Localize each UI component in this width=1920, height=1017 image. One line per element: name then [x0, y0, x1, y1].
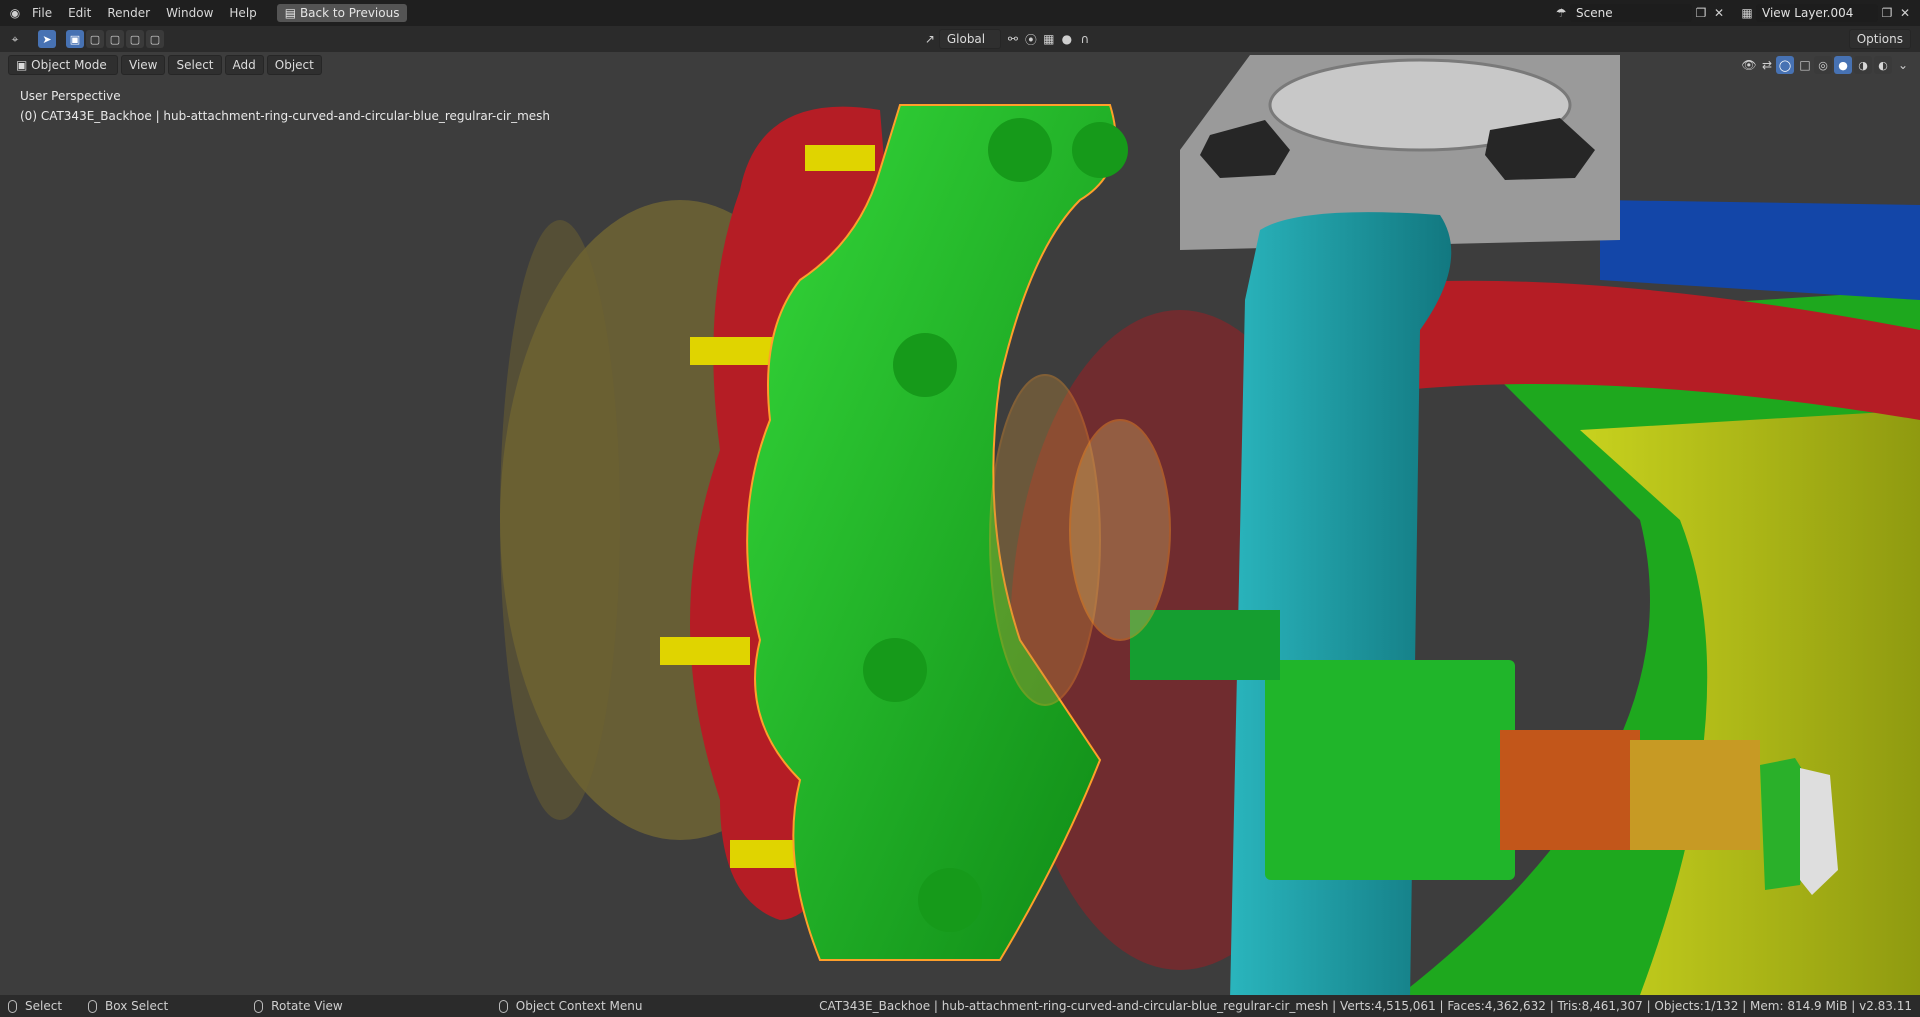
editor-type-icon[interactable]: ⌖	[6, 30, 24, 48]
stud	[805, 145, 875, 171]
snap-icon[interactable]: ⦿	[1022, 30, 1040, 48]
bolt-hole	[988, 118, 1052, 182]
hub-face	[500, 220, 620, 820]
mode-dropdown[interactable]: ▣ Object Mode	[8, 55, 118, 75]
scene-browse-icon[interactable]: ☂	[1552, 4, 1570, 22]
object-mode-icon: ▣	[16, 58, 28, 72]
falloff-icon[interactable]: ∩	[1076, 30, 1094, 48]
viewport-info: User Perspective (0) CAT343E_Backhoe | h…	[20, 86, 550, 126]
header-menu-object[interactable]: Object	[266, 55, 322, 75]
scene-statistics: CAT343E_Backhoe | hub-attachment-ring-cu…	[819, 999, 1912, 1013]
perspective-label: User Perspective	[20, 89, 121, 103]
header-menu-add[interactable]: Add	[224, 55, 264, 75]
model-render	[500, 55, 1920, 995]
back-to-previous-label: Back to Previous	[299, 6, 400, 20]
snap-target-icon[interactable]: ▦	[1040, 30, 1058, 48]
3d-viewport[interactable]: ▣ Object Mode View Select Add Object 👁 ⇄…	[0, 52, 1920, 995]
status-box-select: Box Select	[88, 999, 168, 1013]
pivot-point-icon[interactable]: ⚯	[1004, 30, 1022, 48]
tool-settings-bar: ⌖ ➤ ▣ ▢ ▢ ▢ ▢ ↗ Global ⚯ ⦿ ▦ ● ∩ Options	[0, 26, 1920, 52]
status-select: Select	[8, 999, 62, 1013]
bolt-hole	[1072, 122, 1128, 178]
select-mode-subtract-icon[interactable]: ▢	[106, 30, 124, 48]
status-rotate-view: Rotate View	[254, 999, 343, 1013]
menu-help[interactable]: Help	[221, 3, 264, 23]
menu-edit[interactable]: Edit	[60, 3, 99, 23]
mouse-drag-icon	[88, 999, 98, 1013]
viewport-header: ▣ Object Mode View Select Add Object 👁 ⇄…	[0, 52, 1920, 78]
delete-view-layer-icon[interactable]: ✕	[1896, 4, 1914, 22]
proportional-edit-icon[interactable]: ●	[1058, 30, 1076, 48]
select-mode-invert-icon[interactable]: ▢	[126, 30, 144, 48]
wireframe-shading-icon[interactable]: ◎	[1814, 56, 1832, 74]
stud	[660, 637, 750, 665]
mouse-left-icon	[8, 999, 17, 1013]
view-layer-browse-icon[interactable]: ▦	[1738, 4, 1756, 22]
status-context-menu: Object Context Menu	[498, 999, 643, 1013]
green-plate	[1130, 610, 1280, 680]
pin-orange	[1500, 730, 1640, 850]
scene-field[interactable]: Scene	[1570, 4, 1692, 22]
pin-gold	[1630, 740, 1760, 850]
blue-strip	[1600, 200, 1920, 300]
gizmo-icon[interactable]: ⇄	[1758, 56, 1776, 74]
select-mode-extend-icon[interactable]: ▢	[86, 30, 104, 48]
header-menu-view[interactable]: View	[121, 55, 166, 75]
header-menu-select[interactable]: Select	[168, 55, 222, 75]
visibility-icon[interactable]: 👁	[1740, 56, 1758, 74]
transform-orientation-icon: ↗	[924, 32, 935, 46]
status-rotate-view-label: Rotate View	[271, 999, 343, 1013]
menu-render[interactable]: Render	[99, 3, 158, 23]
bolt-hole	[863, 638, 927, 702]
back-to-previous-button[interactable]: ▤ Back to Previous	[276, 4, 408, 22]
bolt-hole	[893, 333, 957, 397]
status-box-select-label: Box Select	[105, 999, 169, 1013]
select-mode-intersect-icon[interactable]: ▢	[146, 30, 164, 48]
back-icon: ▤	[284, 6, 297, 20]
select-tool-icon[interactable]: ➤	[38, 30, 56, 48]
green-block	[1265, 660, 1515, 880]
options-dropdown[interactable]: Options	[1848, 29, 1911, 49]
menu-window[interactable]: Window	[158, 3, 221, 23]
new-view-layer-icon[interactable]: ❐	[1878, 4, 1896, 22]
mouse-right-icon	[498, 999, 508, 1013]
delete-scene-icon[interactable]: ✕	[1710, 4, 1728, 22]
solid-shading-icon[interactable]: ●	[1834, 56, 1852, 74]
mouse-middle-icon	[254, 999, 264, 1013]
bolt-hole	[918, 868, 982, 932]
status-bar: Select Box Select Rotate View Object Con…	[0, 995, 1920, 1017]
status-select-label: Select	[25, 999, 63, 1013]
material-shading-icon[interactable]: ◑	[1854, 56, 1872, 74]
menu-file[interactable]: File	[24, 3, 60, 23]
mode-label: Object Mode	[31, 58, 107, 72]
view-layer-field[interactable]: View Layer.004	[1756, 4, 1878, 22]
select-mode-new-icon[interactable]: ▣	[66, 30, 84, 48]
status-context-menu-label: Object Context Menu	[515, 999, 643, 1013]
rendered-shading-icon[interactable]: ◐	[1874, 56, 1892, 74]
blender-logo-icon[interactable]: ◉	[6, 4, 24, 22]
shading-options-icon[interactable]: ⌄	[1894, 56, 1912, 74]
xray-icon[interactable]: □	[1796, 56, 1814, 74]
overlays-icon[interactable]: ◯	[1776, 56, 1794, 74]
orientation-dropdown[interactable]: Global	[938, 29, 1001, 49]
active-object-label: (0) CAT343E_Backhoe | hub-attachment-rin…	[20, 109, 551, 123]
stud	[690, 337, 780, 365]
new-scene-icon[interactable]: ❐	[1692, 4, 1710, 22]
top-menu-bar: ◉ File Edit Render Window Help ▤ Back to…	[0, 0, 1920, 26]
selected-ring-inner	[1069, 419, 1171, 641]
